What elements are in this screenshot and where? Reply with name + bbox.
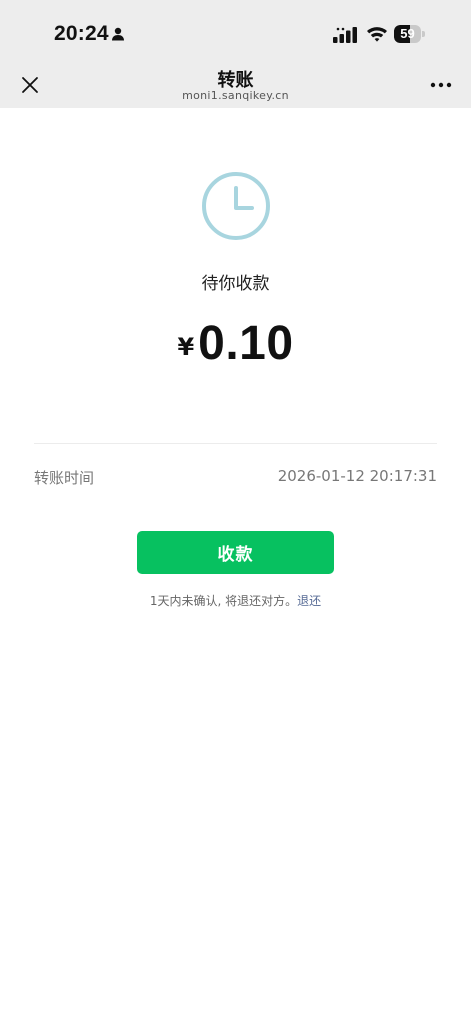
divider	[34, 443, 437, 444]
currency-symbol: ¥	[177, 333, 195, 361]
status-bar: 20:24 59	[0, 0, 471, 62]
transfer-status: 待你收款	[201, 274, 270, 294]
clock-icon	[202, 172, 270, 240]
battery-percent: 59	[400, 26, 415, 41]
transfer-time-label: 转账时间	[34, 469, 95, 487]
signal-icon	[333, 27, 357, 43]
transfer-time-value: 2026-01-12 20:17:31	[277, 467, 437, 485]
more-icon[interactable]	[428, 76, 454, 94]
transfer-amount: ¥0.10	[0, 316, 471, 371]
battery-icon: 59	[394, 25, 426, 43]
refund-note: 1天内未确认, 将退还对方。退还	[0, 592, 471, 609]
page-domain: moni1.sanqikey.cn	[182, 89, 289, 102]
nav-bar: 转账 moni1.sanqikey.cn	[0, 62, 471, 108]
status-time: 20:24	[54, 22, 109, 45]
person-icon	[112, 27, 124, 41]
amount-value: 0.10	[198, 317, 294, 370]
refund-note-text: 1天内未确认, 将退还对方。	[149, 594, 298, 608]
wifi-icon	[367, 27, 387, 42]
refund-link[interactable]: 退还	[297, 594, 321, 608]
receive-button[interactable]: 收款	[137, 531, 334, 574]
